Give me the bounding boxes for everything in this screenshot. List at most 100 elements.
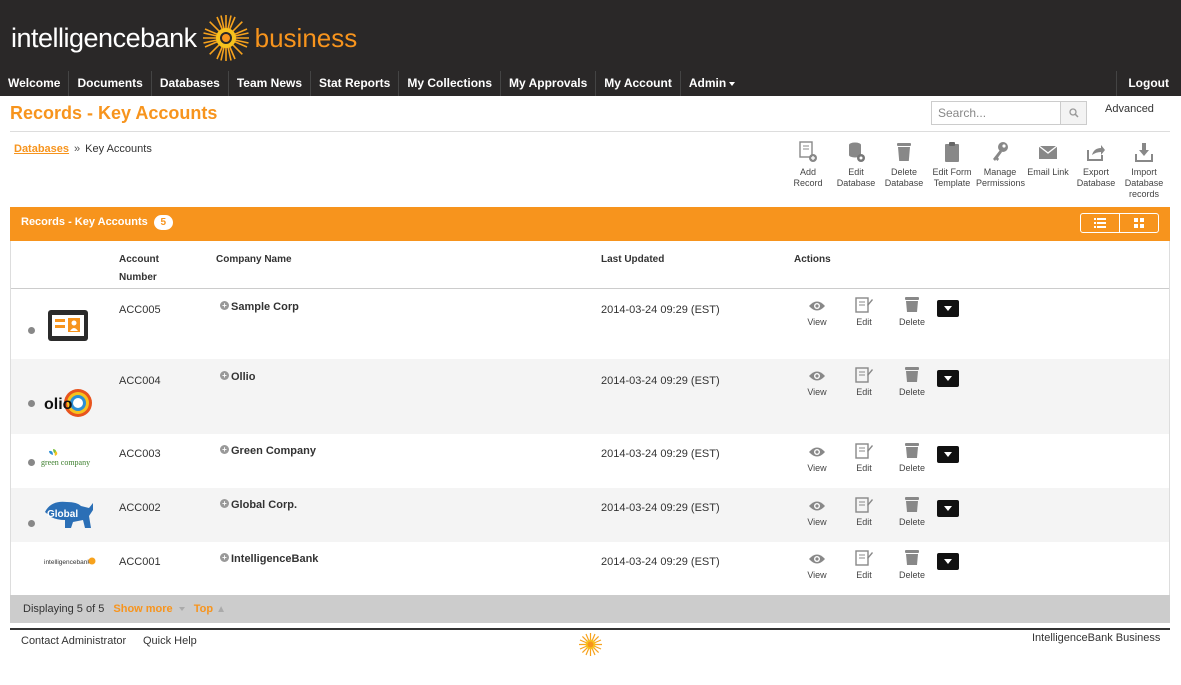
nav-admin[interactable]: Admin <box>681 71 743 96</box>
edit-button[interactable]: Edit <box>844 366 884 397</box>
olio-logo: olio <box>44 389 92 417</box>
company-name[interactable]: + Ollio <box>220 370 256 383</box>
records-table: Account Number Company Name Last Updated … <box>10 241 1170 595</box>
delete-button[interactable]: Delete <box>892 366 932 397</box>
last-updated: 2014-03-24 09:29 (EST) <box>601 556 720 568</box>
top-link[interactable]: Top ▲ <box>194 603 226 615</box>
export-database-button[interactable]: Export Database <box>1072 141 1120 200</box>
list-icon <box>1094 218 1106 228</box>
panel-title: Records - Key Accounts 5 <box>21 215 173 230</box>
edit-button[interactable]: Edit <box>844 549 884 580</box>
view-button[interactable]: View <box>797 299 837 327</box>
edit-button[interactable]: Edit <box>844 496 884 527</box>
brand-logo[interactable]: intelligencebank business <box>11 12 357 64</box>
delete-label: Delete <box>898 517 925 527</box>
view-label: View <box>807 317 827 327</box>
header-account-number[interactable]: Account Number <box>119 251 159 287</box>
expand-icon[interactable]: + <box>220 300 229 310</box>
edit-label: Edit <box>856 387 872 397</box>
main-nav: Welcome Documents Databases Team News St… <box>0 71 1181 96</box>
company-name[interactable]: + Global Corp. <box>220 498 297 511</box>
delete-button[interactable]: Delete <box>892 549 932 580</box>
row-actions-dropdown[interactable] <box>937 300 959 317</box>
nav-my-approvals[interactable]: My Approvals <box>501 71 597 96</box>
sun-logo-icon <box>202 15 249 61</box>
delete-button[interactable]: Delete <box>892 496 932 527</box>
last-updated: 2014-03-24 09:29 (EST) <box>601 375 720 387</box>
company-name[interactable]: + IntelligenceBank <box>220 552 318 565</box>
search-input[interactable] <box>931 101 1061 125</box>
expand-icon[interactable]: + <box>220 498 229 508</box>
expand-icon[interactable]: + <box>220 552 229 562</box>
row-actions-dropdown[interactable] <box>937 446 959 463</box>
edit-form-template-button[interactable]: Edit Form Template <box>928 141 976 200</box>
nav-my-account[interactable]: My Account <box>596 71 681 96</box>
records-panel-header: Records - Key Accounts 5 <box>10 207 1170 241</box>
clipboard-icon <box>945 142 959 162</box>
company-name[interactable]: + Sample Corp <box>220 300 299 313</box>
divider <box>10 131 1170 132</box>
green-company-logo: green company <box>41 449 90 467</box>
eye-icon <box>809 301 825 311</box>
row-actions-dropdown[interactable] <box>937 370 959 387</box>
expand-icon[interactable]: + <box>220 370 229 380</box>
add-record-label: Add Record <box>793 167 823 188</box>
caret-down-icon <box>944 506 952 511</box>
row-actions-dropdown[interactable] <box>937 553 959 570</box>
view-button[interactable]: View <box>797 499 837 527</box>
record-count-badge: 5 <box>153 215 173 230</box>
account-number: ACC005 <box>119 304 161 316</box>
grid-view-button[interactable] <box>1120 214 1158 232</box>
show-more-link[interactable]: Show more <box>113 603 185 615</box>
add-record-icon <box>799 141 817 162</box>
header-company-name[interactable]: Company Name <box>216 251 292 269</box>
delete-label: Delete <box>898 570 925 580</box>
view-label: View <box>807 517 827 527</box>
company-name-text: Ollio <box>231 371 256 383</box>
nav-databases[interactable]: Databases <box>152 71 229 96</box>
contact-administrator-link[interactable]: Contact Administrator <box>21 635 126 647</box>
caret-down-icon <box>944 452 952 457</box>
nav-stat-reports[interactable]: Stat Reports <box>311 71 400 96</box>
edit-button[interactable]: Edit <box>844 296 884 327</box>
view-button[interactable]: View <box>797 369 837 397</box>
caret-down-icon <box>944 306 952 311</box>
email-link-button[interactable]: Email Link <box>1024 141 1072 200</box>
trash-icon <box>905 443 919 458</box>
nav-my-collections[interactable]: My Collections <box>399 71 502 96</box>
account-number: ACC003 <box>119 448 161 460</box>
delete-button[interactable]: Delete <box>892 296 932 327</box>
company-name[interactable]: + Green Company <box>220 444 316 457</box>
add-record-button[interactable]: Add Record <box>784 141 832 200</box>
logout-link[interactable]: Logout <box>1116 71 1181 96</box>
list-view-button[interactable] <box>1081 214 1120 232</box>
manage-permissions-button[interactable]: Manage Permissions <box>976 141 1025 200</box>
edit-label: Edit <box>856 570 872 580</box>
arrow-up-icon: ▲ <box>216 604 226 615</box>
delete-button[interactable]: Delete <box>892 442 932 473</box>
view-button[interactable]: View <box>797 445 837 473</box>
advanced-search-link[interactable]: Advanced <box>1105 103 1154 115</box>
view-button[interactable]: View <box>797 552 837 580</box>
row-actions-dropdown[interactable] <box>937 500 959 517</box>
nav-welcome[interactable]: Welcome <box>0 71 70 96</box>
edit-button[interactable]: Edit <box>844 442 884 473</box>
quick-help-link[interactable]: Quick Help <box>143 635 197 647</box>
search-icon <box>1068 108 1079 118</box>
expand-icon[interactable]: + <box>220 444 229 454</box>
breadcrumb-databases-link[interactable]: Databases <box>14 143 69 155</box>
trash-icon <box>905 367 919 382</box>
search-button[interactable] <box>1060 101 1087 125</box>
nav-documents[interactable]: Documents <box>69 71 152 96</box>
header-last-updated[interactable]: Last Updated <box>601 251 664 269</box>
edit-database-button[interactable]: Edit Database <box>832 141 880 200</box>
eye-icon <box>809 371 825 381</box>
top-header: intelligencebank business Welcome Docume… <box>0 0 1181 96</box>
import-database-records-button[interactable]: Import Database records <box>1120 141 1168 200</box>
trash-icon <box>905 297 919 312</box>
row-bullet <box>28 459 35 466</box>
nav-team-news[interactable]: Team News <box>229 71 311 96</box>
delete-database-button[interactable]: Delete Database <box>880 141 928 200</box>
trash-icon <box>897 143 911 161</box>
breadcrumb: Databases » Key Accounts <box>14 143 152 155</box>
